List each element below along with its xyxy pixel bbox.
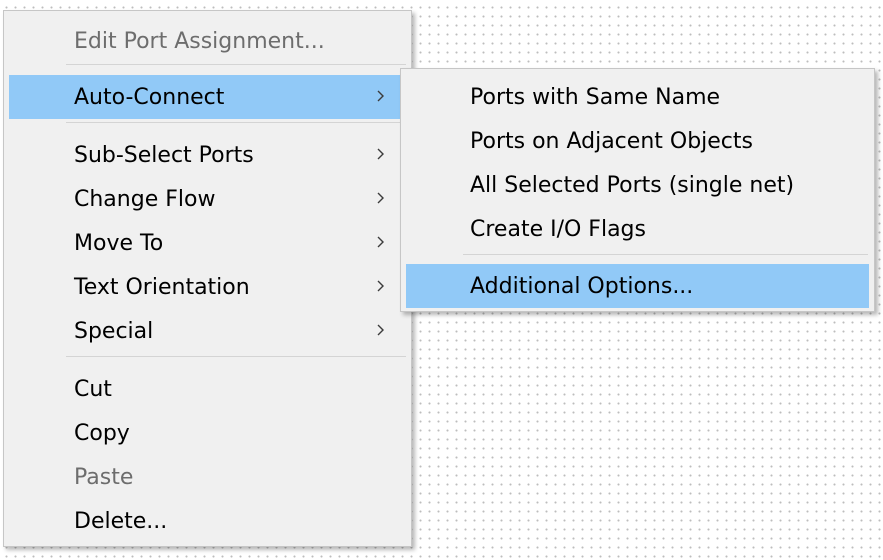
menu-item-label: Additional Options... (470, 273, 694, 299)
menu-item-label: Cut (74, 376, 112, 402)
menu-item-label: All Selected Ports (single net) (470, 172, 795, 198)
chevron-right-icon (374, 278, 388, 294)
submenu-item-additional-options[interactable]: Additional Options... (406, 264, 869, 308)
menu-item-label: Delete... (74, 508, 168, 534)
menu-item-auto-connect[interactable]: Auto-Connect (9, 75, 406, 119)
submenu-item-ports-on-adjacent-objects[interactable]: Ports on Adjacent Objects (406, 119, 869, 163)
menu-item-change-flow[interactable]: Change Flow (9, 177, 406, 221)
menu-item-label: Sub-Select Ports (74, 142, 254, 168)
menu-separator (66, 64, 406, 65)
menu-item-label: Paste (74, 464, 134, 490)
menu-item-cut[interactable]: Cut (9, 367, 406, 411)
menu-item-delete[interactable]: Delete... (9, 499, 406, 543)
menu-item-label: Edit Port Assignment... (74, 28, 325, 54)
chevron-right-icon (374, 88, 388, 104)
submenu-item-ports-with-same-name[interactable]: Ports with Same Name (406, 75, 869, 119)
menu-separator (66, 122, 406, 123)
menu-item-paste[interactable]: Paste (9, 455, 406, 499)
context-menu: Edit Port Assignment... Auto-Connect Sub… (3, 10, 412, 547)
menu-item-special[interactable]: Special (9, 309, 406, 353)
menu-item-text-orientation[interactable]: Text Orientation (9, 265, 406, 309)
menu-item-edit-port-assignment[interactable]: Edit Port Assignment... (9, 19, 406, 63)
chevron-right-icon (374, 190, 388, 206)
chevron-right-icon (374, 146, 388, 162)
menu-item-label: Ports on Adjacent Objects (470, 128, 753, 154)
submenu-item-all-selected-ports[interactable]: All Selected Ports (single net) (406, 163, 869, 207)
menu-item-sub-select-ports[interactable]: Sub-Select Ports (9, 133, 406, 177)
chevron-right-icon (374, 234, 388, 250)
chevron-right-icon (374, 322, 388, 338)
menu-separator (66, 356, 406, 357)
menu-item-move-to[interactable]: Move To (9, 221, 406, 265)
menu-item-label: Create I/O Flags (470, 216, 646, 242)
menu-item-label: Change Flow (74, 186, 216, 212)
menu-item-label: Ports with Same Name (470, 84, 721, 110)
menu-item-label: Text Orientation (74, 274, 250, 300)
submenu-item-create-io-flags[interactable]: Create I/O Flags (406, 207, 869, 251)
menu-item-label: Copy (74, 420, 130, 446)
menu-separator (463, 254, 868, 255)
auto-connect-submenu: Ports with Same Name Ports on Adjacent O… (400, 68, 875, 312)
menu-item-label: Auto-Connect (74, 84, 225, 110)
menu-item-label: Special (74, 318, 154, 344)
menu-item-label: Move To (74, 230, 164, 256)
menu-item-copy[interactable]: Copy (9, 411, 406, 455)
